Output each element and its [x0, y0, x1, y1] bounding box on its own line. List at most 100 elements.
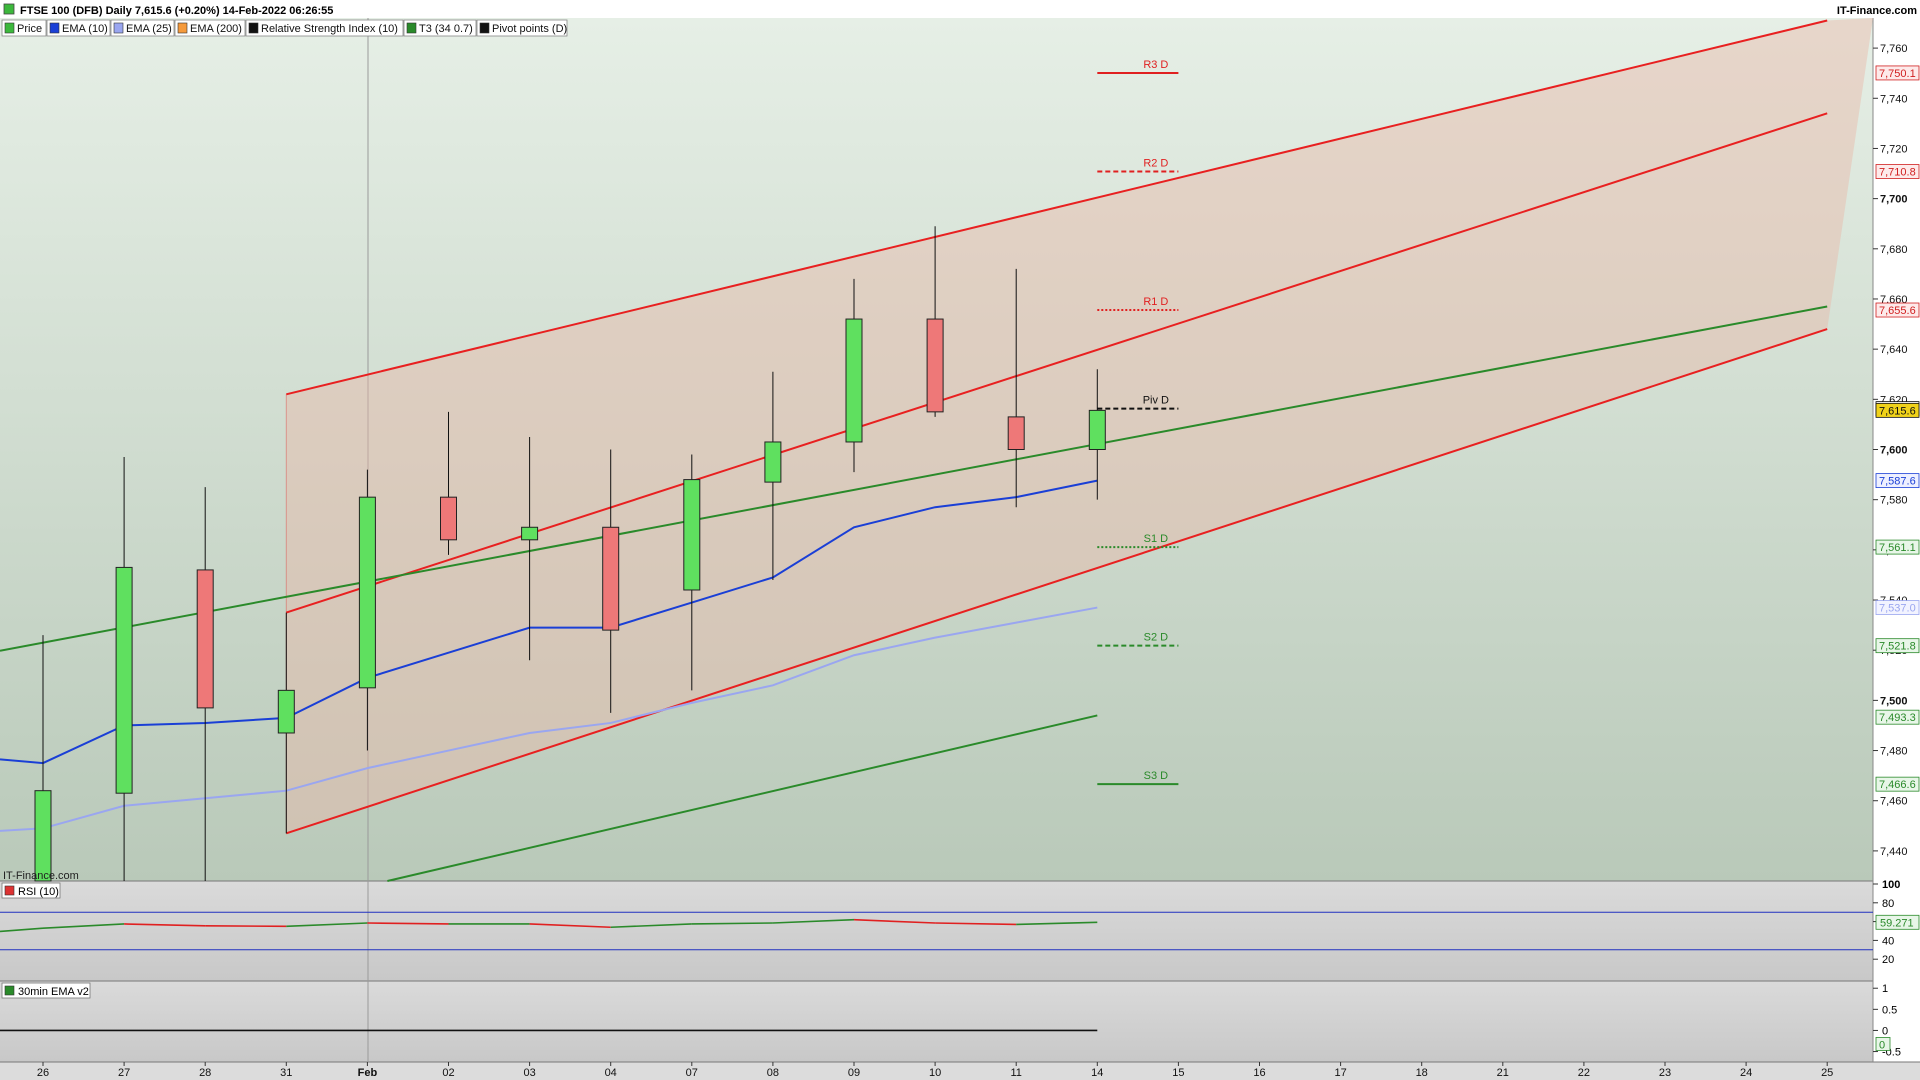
bull-candle-body [1088, 409, 1106, 450]
y-tick-label: 7,460 [1880, 796, 1908, 808]
price-badge-text: 7,537.0 [1879, 603, 1916, 615]
pivot-label: S2 D [1144, 632, 1169, 644]
legend-item-label: EMA (10) [62, 23, 108, 35]
x-tick-label: Feb [358, 1067, 378, 1079]
pivot-label: S3 D [1144, 770, 1169, 782]
pivot-label: R2 D [1143, 158, 1168, 170]
legend: Price EMA (10) EMA (25) EMA (200) Relative S… [1, 19, 568, 37]
brand-label[interactable]: IT-Finance.com [1837, 5, 1917, 17]
x-tick-label: 24 [1740, 1067, 1752, 1079]
chart-title: FTSE 100 (DFB) Daily 7,615.6 (+0.20%) 14… [20, 5, 333, 17]
ema-tick-label: 1 [1882, 983, 1888, 995]
rsi-swatch-icon [248, 22, 259, 34]
legend-item-label: Pivot points (D) [492, 23, 567, 35]
ema-panel-swatch-icon [4, 985, 15, 996]
x-tick-label: 14 [1091, 1067, 1103, 1079]
legend-item-label: T3 (34 0.7) [419, 23, 473, 35]
legend-item-pivot[interactable]: Pivot points (D) [476, 19, 568, 37]
pivot-label: R3 D [1143, 59, 1168, 71]
legend-item-label: Price [17, 23, 42, 35]
bear-candle-body [926, 318, 944, 413]
ema25-swatch-icon [113, 22, 124, 34]
rsi-label-box[interactable]: RSI (10) [1, 882, 61, 899]
ema200-swatch-icon [177, 22, 188, 34]
legend-item-rsi[interactable]: Relative Strength Index (10) [245, 19, 404, 37]
x-tick-label: 23 [1659, 1067, 1671, 1079]
price-badge: 7,750.1 [1875, 65, 1920, 81]
rsi-value-badge: 59.271 [1880, 917, 1914, 929]
price-badge: 7,655.6 [1875, 302, 1920, 318]
x-tick-label: 11 [1010, 1067, 1021, 1079]
x-tick-label: 31 [280, 1067, 292, 1079]
t3-swatch-icon [406, 22, 417, 34]
ema-panel[interactable] [0, 981, 1873, 1062]
legend-item-t3[interactable]: T3 (34 0.7) [403, 19, 477, 37]
price-badge: 7,537.0 [1875, 600, 1920, 615]
price-badge-text: 7,655.6 [1879, 305, 1916, 317]
x-tick-label: 28 [199, 1067, 211, 1079]
ema-panel-label-box[interactable]: 30min EMA v2 [1, 982, 91, 999]
price-badge-text: 7,466.6 [1879, 779, 1916, 791]
bull-candle-body [683, 479, 701, 591]
price-badge: 7,466.6 [1875, 776, 1920, 792]
pivot-label: S1 D [1144, 533, 1169, 545]
price-badge-text: 7,750.1 [1879, 68, 1916, 80]
bear-candle-body [196, 569, 214, 709]
rsi-tick-label: 100 [1882, 879, 1900, 891]
x-tick-label: 04 [605, 1067, 617, 1079]
y-tick-label: 7,640 [1880, 344, 1908, 356]
price-badge: 7,710.8 [1875, 164, 1920, 179]
bear-candle-body [1007, 416, 1025, 450]
y-tick-label: 7,700 [1880, 194, 1908, 206]
rsi-segment [691, 922, 773, 925]
bear-candle-body [602, 526, 620, 631]
x-tick-label: 10 [929, 1067, 941, 1079]
rsi-tick-label: 80 [1882, 898, 1894, 910]
x-tick-label: 17 [1334, 1067, 1346, 1079]
price-badge: 7,615.6 [1875, 402, 1920, 418]
legend-item-ema200[interactable]: EMA (200) [174, 19, 246, 37]
legend-item-ema25[interactable]: EMA (25) [110, 19, 175, 37]
ema10-swatch-icon [49, 22, 60, 34]
price-badge-text: 7,710.8 [1879, 167, 1916, 179]
chart-canvas[interactable]: R3 D R2 D R1 D Piv D S1 D S2 D S3 D 7,760 7,740… [0, 0, 1920, 1080]
bull-candle-body [845, 318, 863, 443]
bull-candle-body [521, 526, 539, 541]
legend-item-price[interactable]: Price [1, 19, 47, 37]
rsi-tick-label: 20 [1882, 954, 1894, 966]
x-tick-label: 21 [1497, 1067, 1509, 1079]
ema-tick-label: 0 [1882, 1025, 1888, 1037]
x-tick-label: 26 [37, 1067, 49, 1079]
bull-candle-body [34, 790, 52, 882]
ema-tick-label: 0.5 [1882, 1004, 1897, 1016]
price-badge-text: 7,587.6 [1879, 476, 1916, 488]
ema-panel-label: 30min EMA v2 [18, 986, 89, 998]
x-tick-label: 16 [1253, 1067, 1265, 1079]
rsi-panel[interactable] [0, 881, 1873, 981]
legend-item-label: Relative Strength Index (10) [261, 23, 398, 35]
y-tick-label: 7,740 [1880, 93, 1908, 105]
y-tick-label: 7,480 [1880, 746, 1908, 758]
bear-candle-body [440, 496, 457, 541]
bull-candle-body [764, 441, 782, 483]
y-tick-label: 7,600 [1880, 445, 1908, 457]
price-badge-text: 7,521.8 [1879, 641, 1916, 653]
bull-candle-body [358, 496, 376, 689]
price-badge-text: 7,561.1 [1879, 542, 1916, 554]
chart-type-icon[interactable] [3, 3, 15, 15]
price-badge: 7,587.6 [1875, 473, 1920, 489]
rsi-label: RSI (10) [18, 886, 59, 898]
y-tick-label: 7,760 [1880, 43, 1908, 55]
x-tick-label: 09 [848, 1067, 860, 1079]
x-tick-label: 02 [442, 1067, 454, 1079]
legend-item-label: EMA (25) [126, 23, 172, 35]
price-badge: 7,561.1 [1875, 539, 1920, 555]
x-tick-label: 08 [767, 1067, 779, 1079]
price-badge-text: 7,493.3 [1879, 712, 1916, 724]
legend-item-ema10[interactable]: EMA (10) [46, 19, 111, 37]
x-tick-label: 15 [1172, 1067, 1184, 1079]
price-badge-text: 7,615.6 [1879, 405, 1916, 417]
x-tick-label: 07 [686, 1067, 698, 1079]
bull-candle-body [277, 689, 295, 734]
price-badge: 7,521.8 [1875, 638, 1920, 654]
